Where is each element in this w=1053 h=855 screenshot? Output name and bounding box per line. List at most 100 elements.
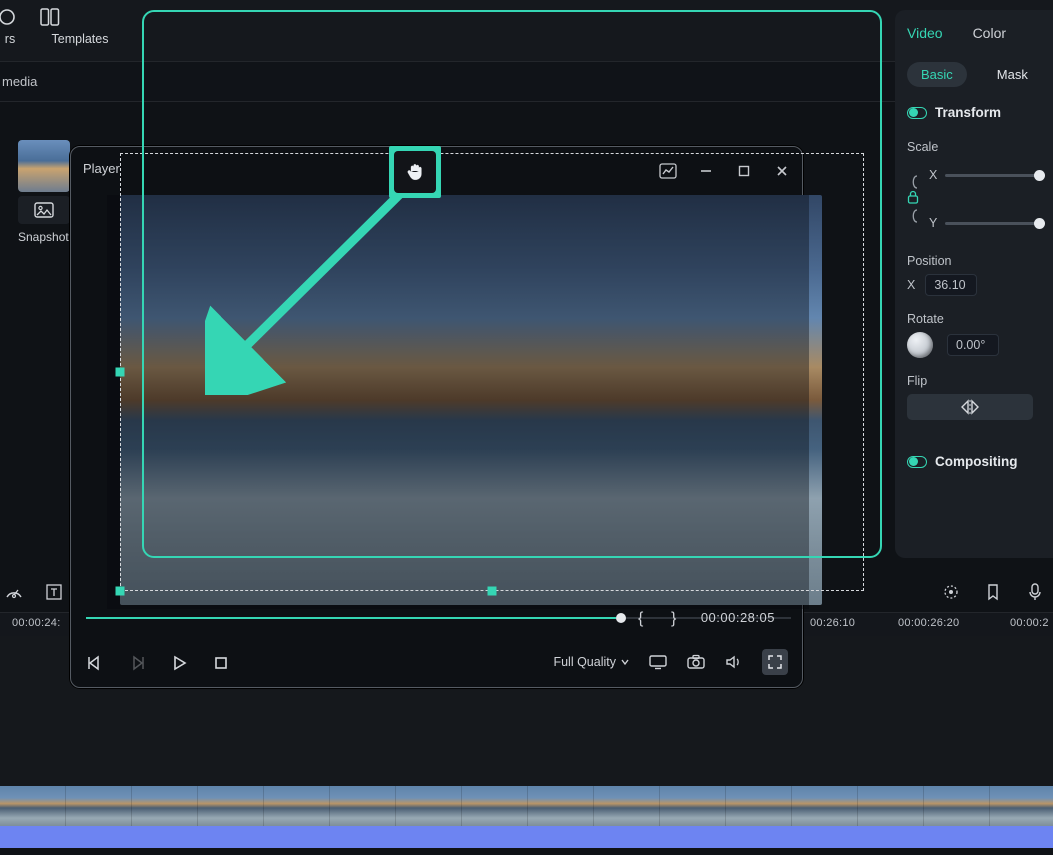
tab-color[interactable]: Color	[973, 25, 1006, 41]
scrub-knob[interactable]	[616, 613, 626, 623]
player-controls-left	[85, 653, 231, 673]
axis-x-label: X	[929, 168, 937, 182]
scale-label: Scale	[907, 140, 1041, 154]
panel-tabs: Video Color	[895, 10, 1053, 56]
ruler-tick: 00:00:2	[1010, 617, 1049, 629]
bookmark-icon[interactable]	[983, 582, 1003, 602]
color-wheel-icon[interactable]	[941, 582, 961, 602]
position-x-value[interactable]: 36.10	[925, 274, 977, 296]
hand-tool-highlight[interactable]	[389, 146, 441, 198]
templates-icon	[40, 8, 120, 26]
scale-x-row: X	[907, 160, 1041, 190]
clip-thumb	[858, 786, 924, 826]
link-top-icon	[907, 160, 921, 190]
clip-thumb	[462, 786, 528, 826]
scale-y-slider[interactable]	[945, 222, 1041, 225]
section-compositing[interactable]: Compositing	[895, 446, 1053, 477]
toggle-icon[interactable]	[907, 456, 927, 468]
clip-thumb	[726, 786, 792, 826]
clip-thumb	[924, 786, 990, 826]
position-row: X 36.10	[907, 274, 1041, 296]
clip-thumb	[396, 786, 462, 826]
rotate-knob[interactable]	[907, 332, 933, 358]
mic-icon[interactable]	[1025, 582, 1045, 602]
toolbar-label: Templates	[52, 32, 109, 46]
text-frame-icon[interactable]	[44, 582, 64, 602]
preview-viewport[interactable]	[86, 195, 789, 609]
flip-label: Flip	[907, 374, 1041, 388]
flip-horizontal-icon	[959, 399, 981, 415]
toggle-icon[interactable]	[907, 107, 927, 119]
player-controls-right: Full Quality	[553, 649, 788, 675]
selection-box[interactable]	[120, 153, 864, 591]
subtab-mask[interactable]: Mask	[983, 62, 1042, 87]
properties-panel: Video Color Basic Mask A Transform Scale…	[895, 10, 1053, 558]
subtab-basic[interactable]: Basic	[907, 62, 967, 87]
scale-y-row: Y	[907, 208, 1041, 238]
clip-thumb	[66, 786, 132, 826]
quality-select[interactable]: Full Quality	[553, 655, 630, 669]
player-window: Player { } 00:00:28:05	[70, 146, 803, 688]
rotate-value[interactable]: 0.00°	[947, 334, 999, 356]
clip-thumb	[0, 786, 66, 826]
scrub-bar[interactable]: { } 00:00:28:05	[86, 607, 791, 629]
scale-lock-row	[907, 190, 1041, 204]
clip-thumb	[528, 786, 594, 826]
clip-thumb	[330, 786, 396, 826]
display-icon[interactable]	[648, 652, 668, 672]
volume-icon[interactable]	[724, 652, 744, 672]
position-label: Position	[907, 254, 1041, 268]
scale-x-slider[interactable]	[945, 174, 1041, 177]
panel-subtabs: Basic Mask A	[895, 56, 1053, 97]
snapshot-thumb[interactable]: Snapshot	[18, 140, 78, 246]
hand-icon	[404, 161, 426, 183]
play-icon[interactable]	[169, 653, 189, 673]
rotate-label: Rotate	[907, 312, 1041, 326]
clip-thumb	[132, 786, 198, 826]
scrub-fill	[86, 617, 616, 619]
snapshot-label: Snapshot	[18, 230, 69, 244]
link-bottom-icon	[907, 208, 921, 238]
clip-thumb	[990, 786, 1053, 826]
fullscreen-icon[interactable]	[762, 649, 788, 675]
gauge-icon[interactable]	[4, 582, 24, 602]
toolbar-item-partial[interactable]: rs	[0, 6, 22, 46]
end-time: 00:00:28:05	[701, 610, 775, 625]
lock-icon[interactable]	[907, 190, 919, 204]
thumbnail-image	[18, 140, 70, 192]
next-frame-icon	[127, 653, 147, 673]
chevron-down-icon	[620, 657, 630, 667]
camera-icon[interactable]	[686, 652, 706, 672]
prev-frame-icon[interactable]	[85, 653, 105, 673]
selection-handle-bl[interactable]	[116, 587, 125, 596]
quality-label: Full Quality	[553, 655, 616, 669]
clip-thumb	[792, 786, 858, 826]
position-x-label: X	[907, 278, 915, 292]
flip-horizontal-button[interactable]	[907, 394, 1033, 420]
media-label: media	[2, 74, 37, 89]
player-title: Player	[83, 161, 120, 176]
axis-y-label: Y	[929, 216, 937, 230]
clip-thumb	[198, 786, 264, 826]
clip-thumb	[660, 786, 726, 826]
photo-icon	[18, 196, 70, 224]
ruler-tick: 00:00:26:20	[898, 617, 959, 629]
brace-open[interactable]: {	[638, 610, 643, 628]
stop-icon[interactable]	[211, 653, 231, 673]
toolbar-item-templates[interactable]: Templates	[40, 6, 120, 46]
clip-thumb	[264, 786, 330, 826]
section-transform[interactable]: Transform	[895, 97, 1053, 128]
ruler-tick: 00:26:10	[810, 617, 855, 629]
brace-close[interactable]: }	[671, 610, 676, 628]
section-label: Transform	[935, 105, 1001, 120]
clip-thumb	[594, 786, 660, 826]
tab-video[interactable]: Video	[907, 25, 943, 41]
audio-track[interactable]	[0, 826, 1053, 848]
clip-thumb-strip[interactable]	[0, 786, 1053, 826]
selection-handle-left[interactable]	[116, 368, 125, 377]
ruler-tick: 00:00:24:	[12, 617, 61, 629]
rotate-row: 0.00°	[907, 332, 1041, 358]
selection-handle-bottom[interactable]	[488, 587, 497, 596]
circle-icon	[0, 8, 22, 26]
toolbar-label: rs	[5, 32, 15, 46]
